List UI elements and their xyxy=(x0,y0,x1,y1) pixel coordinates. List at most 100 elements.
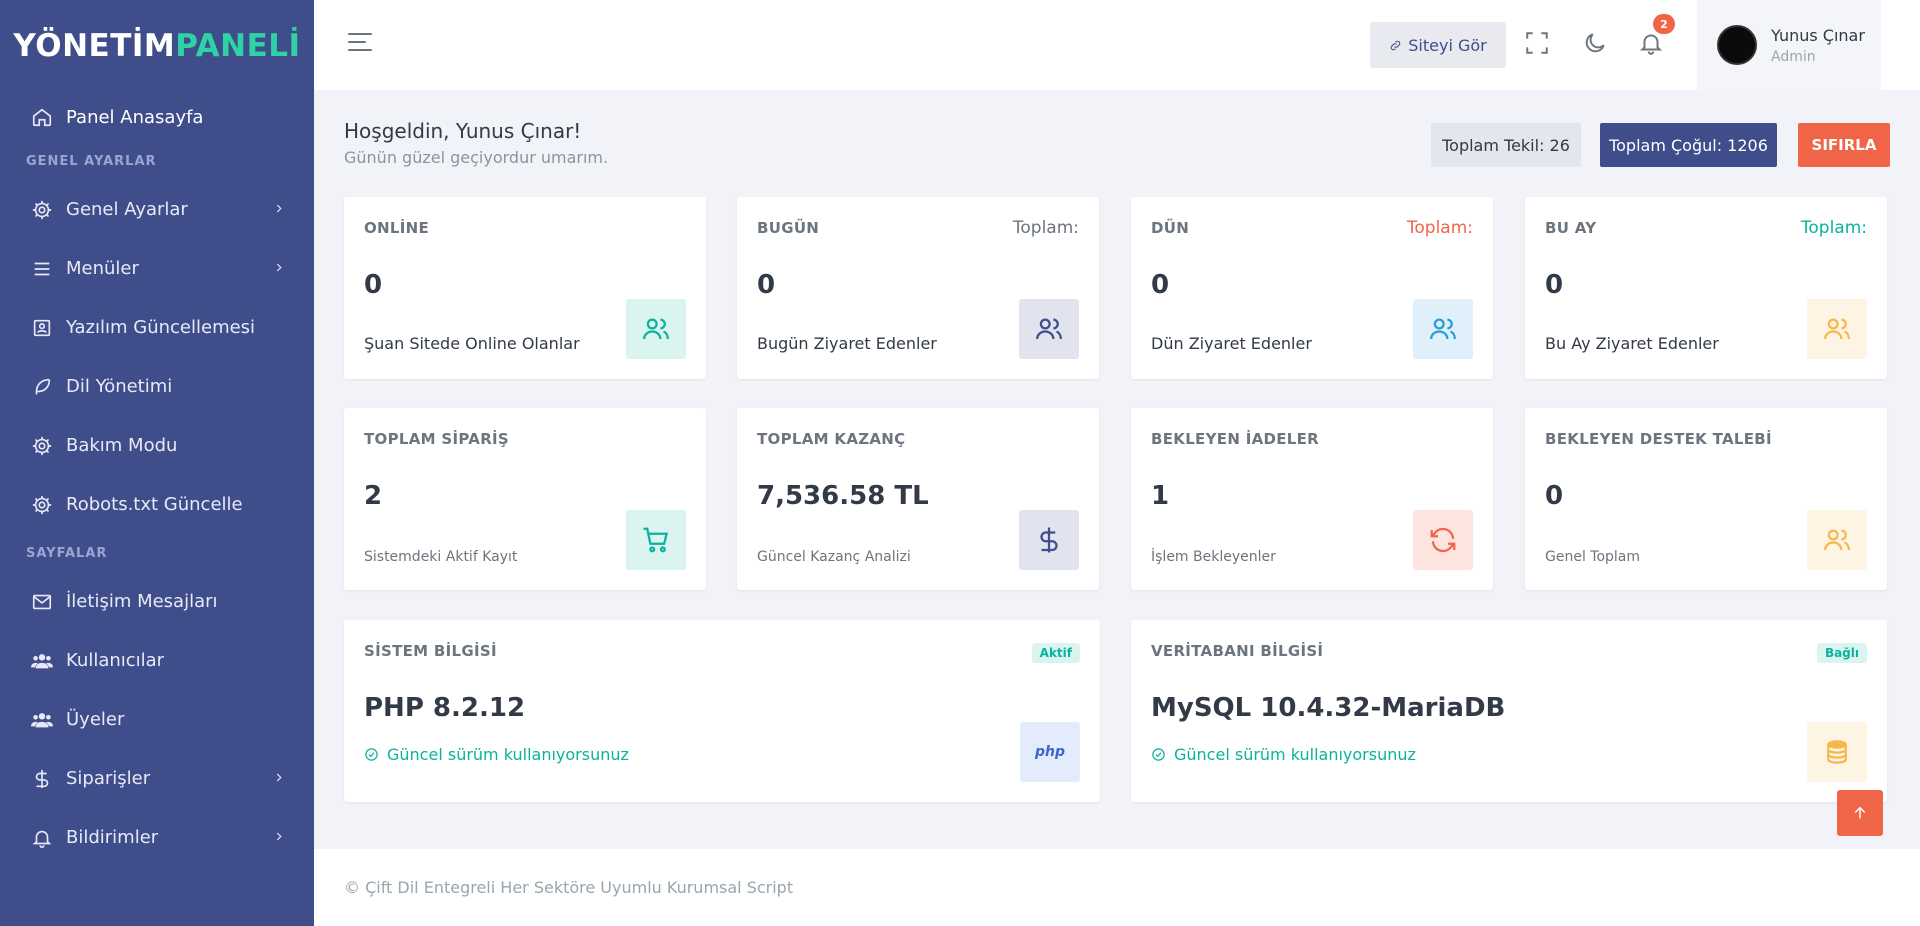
sidebar-item-label: Genel Ayarlar xyxy=(66,199,188,220)
card-description: Bu Ay Ziyaret Edenler xyxy=(1545,334,1719,353)
version-status: Güncel sürüm kullanıyorsunuz xyxy=(364,745,629,764)
card-label: BU AY xyxy=(1545,219,1597,237)
php-icon: php xyxy=(1020,722,1080,782)
topbar: Siteyi Gör 2 Yunus Çınar Admin xyxy=(314,0,1920,90)
pending-returns-card: BEKLEYEN İADELER 1 İşlem Bekleyenler xyxy=(1131,408,1493,590)
home-icon xyxy=(30,105,54,129)
sidebar-item-bildirimler[interactable]: Bildirimler xyxy=(0,808,314,867)
php-version: PHP 8.2.12 xyxy=(364,693,526,723)
card-description: Dün Ziyaret Edenler xyxy=(1151,334,1312,353)
check-circle-icon xyxy=(365,748,378,761)
card-value: 0 xyxy=(1545,481,1564,511)
fullscreen-icon[interactable] xyxy=(1524,30,1552,58)
footer-text: © Çift Dil Entegreli Her Sektöre Uyumlu … xyxy=(344,878,794,897)
refresh-icon xyxy=(1413,510,1473,570)
card-label: SİSTEM BİLGİSİ xyxy=(364,642,497,660)
card-value: 7,536.58 TL xyxy=(757,481,929,511)
sidebar-item-iletisim[interactable]: İletişim Mesajları xyxy=(0,572,314,631)
notification-count-badge: 2 xyxy=(1653,14,1675,34)
user-menu[interactable]: Yunus Çınar Admin xyxy=(1697,0,1881,90)
today-card: BUGÜN Toplam: 0 Bugün Ziyaret Edenler xyxy=(737,197,1099,379)
reset-button[interactable]: SIFIRLA xyxy=(1798,123,1890,167)
bell-icon xyxy=(30,826,54,850)
sidebar-item-label: Üyeler xyxy=(66,709,125,730)
card-value: 2 xyxy=(364,481,383,511)
card-label: BUGÜN xyxy=(757,219,820,237)
gear-icon xyxy=(30,198,54,222)
user-name: Yunus Çınar xyxy=(1771,25,1865,45)
menu-icon xyxy=(30,257,54,281)
users-icon xyxy=(1413,299,1473,359)
card-description: İşlem Bekleyenler xyxy=(1151,549,1276,565)
feather-icon xyxy=(30,375,54,399)
card-value: 0 xyxy=(1151,270,1170,300)
card-value: 0 xyxy=(1545,270,1564,300)
sidebar-item-kullanicilar[interactable]: Kullanıcılar xyxy=(0,631,314,690)
welcome-subtitle: Günün güzel geçiyordur umarım. xyxy=(344,148,609,167)
chevron-right-icon xyxy=(272,199,286,220)
card-description: Bugün Ziyaret Edenler xyxy=(757,334,937,353)
sidebar-item-uyeler[interactable]: Üyeler xyxy=(0,690,314,749)
scroll-to-top-button[interactable] xyxy=(1837,790,1883,836)
dollar-icon xyxy=(30,767,54,791)
gear-icon xyxy=(30,493,54,517)
card-label: TOPLAM KAZANÇ xyxy=(757,430,906,448)
version-status-text: Güncel sürüm kullanıyorsunuz xyxy=(387,745,629,764)
sidebar-item-label: Panel Anasayfa xyxy=(66,106,204,128)
chevron-right-icon xyxy=(272,827,286,848)
users-icon xyxy=(30,708,54,732)
sidebar-item-robots[interactable]: Robots.txt Güncelle xyxy=(0,475,314,534)
sidebar-item-menuler[interactable]: Menüler xyxy=(0,239,314,298)
dollar-icon xyxy=(1019,510,1079,570)
view-site-button[interactable]: Siteyi Gör xyxy=(1370,22,1506,68)
sidebar-section-pages: SAYFALAR xyxy=(26,545,108,561)
brand-part2: PANELİ xyxy=(175,28,301,64)
sidebar-item-genel-ayarlar[interactable]: Genel Ayarlar xyxy=(0,180,314,239)
hamburger-menu-icon[interactable] xyxy=(348,33,376,57)
brand-logo[interactable]: YÖNETİM PANELİ xyxy=(0,0,314,92)
view-site-label: Siteyi Gör xyxy=(1408,35,1487,55)
sidebar-item-home[interactable]: Panel Anasayfa xyxy=(0,92,314,142)
pending-support-card: BEKLEYEN DESTEK TALEBİ 0 Genel Toplam xyxy=(1525,408,1887,590)
sidebar-item-label: Kullanıcılar xyxy=(66,650,165,671)
check-circle-icon xyxy=(1152,748,1165,761)
notification-bell-icon[interactable] xyxy=(1638,30,1666,58)
card-total-label: Toplam: xyxy=(1800,218,1867,238)
sidebar-item-siparisler[interactable]: Siparişler xyxy=(0,749,314,808)
card-total-label: Toplam: xyxy=(1012,218,1079,238)
welcome-title: Hoşgeldin, Yunus Çınar! xyxy=(344,119,582,143)
card-label: ONLİNE xyxy=(364,219,430,237)
sidebar-item-yazilim-guncellemesi[interactable]: Yazılım Güncellemesi xyxy=(0,298,314,357)
sidebar-item-dil-yonetimi[interactable]: Dil Yönetimi xyxy=(0,357,314,416)
database-info-card: VERİTABANI BİLGİSİ Bağlı MySQL 10.4.32-M… xyxy=(1131,620,1887,802)
status-badge: Bağlı xyxy=(1816,643,1867,663)
sidebar-item-label: Robots.txt Güncelle xyxy=(66,494,243,515)
php-icon-text: php xyxy=(1034,744,1065,760)
mail-icon xyxy=(30,590,54,614)
dark-mode-icon[interactable] xyxy=(1582,30,1610,58)
yesterday-card: DÜN Toplam: 0 Dün Ziyaret Edenler xyxy=(1131,197,1493,379)
users-icon xyxy=(1807,299,1867,359)
cart-icon xyxy=(626,510,686,570)
total-earnings-card: TOPLAM KAZANÇ 7,536.58 TL Güncel Kazanç … xyxy=(737,408,1099,590)
database-icon xyxy=(1807,722,1867,782)
version-status-text: Güncel sürüm kullanıyorsunuz xyxy=(1174,745,1416,764)
footer: © Çift Dil Entegreli Her Sektöre Uyumlu … xyxy=(314,849,1920,926)
total-visits-badge: Toplam Çoğul: 1206 xyxy=(1600,123,1777,167)
users-icon xyxy=(1807,510,1867,570)
sidebar-item-label: İletişim Mesajları xyxy=(66,591,218,612)
gear-icon xyxy=(30,434,54,458)
card-total-label: Toplam: xyxy=(1406,218,1473,238)
online-card: ONLİNE 0 Şuan Sitede Online Olanlar xyxy=(344,197,706,379)
update-icon xyxy=(30,316,54,340)
sidebar-item-bakim-modu[interactable]: Bakım Modu xyxy=(0,416,314,475)
card-label: VERİTABANI BİLGİSİ xyxy=(1151,642,1324,660)
status-badge: Aktif xyxy=(1031,643,1080,663)
users-icon xyxy=(626,299,686,359)
card-label: BEKLEYEN DESTEK TALEBİ xyxy=(1545,430,1772,448)
card-value: 1 xyxy=(1151,481,1170,511)
sidebar-item-label: Siparişler xyxy=(66,768,151,789)
card-description: Sistemdeki Aktif Kayıt xyxy=(364,549,518,565)
link-icon xyxy=(1391,40,1401,50)
user-role: Admin xyxy=(1771,48,1816,65)
